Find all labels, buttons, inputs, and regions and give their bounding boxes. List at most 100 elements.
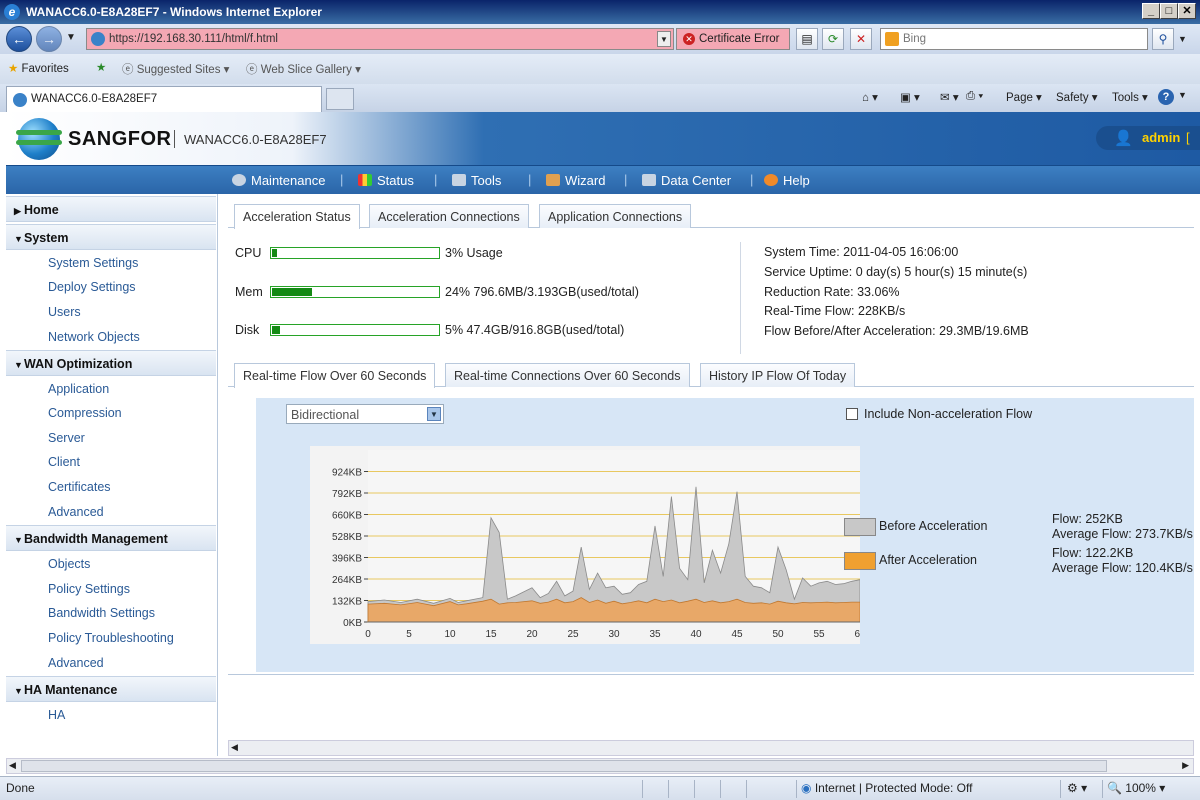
sidebar-item-users[interactable]: Users: [48, 305, 81, 319]
system-time: System Time: 2011-04-05 16:06:00: [764, 245, 959, 259]
sidebar-section-ha-maintenance[interactable]: ▼HA Mantenance: [6, 676, 216, 702]
refresh-icon[interactable]: ⟳: [822, 28, 844, 50]
user-menu-bracket: [: [1186, 130, 1190, 145]
scroll-left-icon[interactable]: ◀: [231, 742, 238, 753]
search-input[interactable]: Bing: [880, 28, 1148, 50]
sidebar-item-bw-advanced[interactable]: Advanced: [48, 656, 104, 670]
include-nonaccel-checkbox[interactable]: [846, 408, 858, 420]
safety-menu[interactable]: Safety ▾: [1056, 90, 1098, 104]
menu-help-label: Help: [783, 173, 810, 188]
legend-swatch-after: [844, 552, 876, 570]
sidebar-item-deploy-settings[interactable]: Deploy Settings: [48, 280, 136, 294]
sidebar-item-certificates[interactable]: Certificates: [48, 480, 111, 494]
sidebar-section-wan-optimization[interactable]: ▼WAN Optimization: [6, 350, 216, 376]
page-menu[interactable]: Page ▾: [1006, 90, 1042, 104]
print-icon[interactable]: ⎙ ▾: [966, 90, 983, 103]
page-menu-label: Page: [1006, 92, 1033, 104]
menu-tools[interactable]: Tools: [452, 173, 501, 188]
sangfor-logo-icon: [16, 118, 62, 160]
cpu-usage-text: 3% Usage: [445, 246, 503, 260]
sidebar-item-compression[interactable]: Compression: [48, 406, 122, 420]
menu-status[interactable]: Status: [358, 173, 414, 188]
help-icon[interactable]: ?: [1158, 89, 1174, 105]
sidebar-item-objects[interactable]: Objects: [48, 557, 90, 571]
add-favorites-icon[interactable]: ★: [96, 60, 106, 74]
sidebar-section-bandwidth-management[interactable]: ▼Bandwidth Management: [6, 525, 216, 551]
sidebar-section-home[interactable]: ▶ Home: [6, 196, 216, 222]
web-slice-gallery-link[interactable]: ⓔ Web Slice Gallery ▾: [246, 61, 361, 77]
sidebar-item-ha[interactable]: HA: [48, 708, 65, 722]
sidebar-item-policy-troubleshooting[interactable]: Policy Troubleshooting: [48, 631, 174, 645]
feeds-icon[interactable]: ▣ ▾: [900, 90, 920, 104]
recent-pages-dropdown-icon[interactable]: ▼: [66, 32, 76, 43]
content-horizontal-scrollbar[interactable]: ◀: [228, 740, 1194, 756]
menu-maintenance[interactable]: Maintenance: [232, 173, 325, 188]
zone-indicator[interactable]: ◉ Internet | Protected Mode: Off: [796, 780, 1058, 798]
sidebar-section-system[interactable]: ▼System: [6, 224, 216, 250]
mail-icon[interactable]: ✉ ▾: [940, 90, 959, 104]
certificate-error-button[interactable]: ✕ Certificate Error: [676, 28, 790, 50]
search-icon[interactable]: ⚲: [1152, 28, 1174, 50]
folder-icon: [642, 174, 656, 186]
y-tick-label: 528KB: [332, 532, 362, 543]
flow-before-after: Flow Before/After Acceleration: 29.3MB/1…: [764, 324, 1029, 338]
sidebar-item-policy-settings[interactable]: Policy Settings: [48, 582, 130, 596]
user-menu[interactable]: 👤 admin [: [1096, 126, 1200, 150]
window-titlebar: e WANACC6.0-E8A28EF7 - Windows Internet …: [0, 0, 1200, 24]
error-icon: ✕: [683, 33, 695, 45]
menu-data-center[interactable]: Data Center: [642, 173, 731, 188]
menu-wizard[interactable]: Wizard: [546, 173, 605, 188]
browser-status-bar: Done ◉ Internet | Protected Mode: Off ⚙ …: [0, 776, 1200, 800]
new-tab-button[interactable]: [326, 88, 354, 110]
sidebar-item-wan-advanced[interactable]: Advanced: [48, 505, 104, 519]
direction-select[interactable]: Bidirectional ▼: [286, 404, 444, 424]
search-options-icon[interactable]: ▼: [1178, 34, 1187, 44]
browser-tab[interactable]: WANACC6.0-E8A28EF7: [6, 86, 322, 112]
menu-status-label: Status: [377, 173, 414, 188]
tab-realtime-flow[interactable]: Real-time Flow Over 60 Seconds: [234, 363, 436, 388]
compatibility-view-icon[interactable]: ▤: [796, 28, 818, 50]
x-tick-label: 30: [608, 629, 620, 640]
menu-wizard-label: Wizard: [565, 173, 606, 188]
address-dropdown-icon[interactable]: ▼: [657, 31, 671, 47]
tab-history-ip-flow[interactable]: History IP Flow Of Today: [700, 363, 856, 387]
x-tick-label: 15: [485, 629, 497, 640]
status-cell: [720, 780, 744, 798]
menu-help[interactable]: Help: [764, 173, 810, 188]
scroll-left-icon[interactable]: ◀: [9, 760, 16, 771]
x-tick-label: 55: [813, 629, 825, 640]
certificate-error-label: Certificate Error: [699, 33, 780, 45]
sidebar-item-system-settings[interactable]: System Settings: [48, 256, 138, 270]
sidebar-item-server[interactable]: Server: [48, 431, 85, 445]
window-horizontal-scrollbar[interactable]: ◀ ▶: [6, 758, 1194, 774]
home-icon[interactable]: ⌂ ▾: [862, 90, 878, 104]
reduction-rate: Reduction Rate: 33.06%: [764, 285, 900, 299]
scroll-right-icon[interactable]: ▶: [1182, 760, 1189, 771]
sidebar-item-client[interactable]: Client: [48, 455, 80, 469]
bar-chart-icon: [358, 174, 372, 186]
tab-realtime-connections[interactable]: Real-time Connections Over 60 Seconds: [445, 363, 690, 387]
mem-usage-bar: [270, 286, 440, 298]
stop-icon[interactable]: ✕: [850, 28, 872, 50]
resource-status-panel: CPU 3% Usage Mem 24% 796.6MB/3.193GB(use…: [228, 224, 1194, 354]
zoom-control[interactable]: 🔍 100% ▾: [1102, 780, 1182, 798]
favorites-button[interactable]: ★ Favorites: [8, 61, 69, 75]
help-dropdown-icon[interactable]: ▼: [1178, 90, 1187, 100]
back-button[interactable]: ←: [6, 26, 32, 52]
forward-button[interactable]: →: [36, 26, 62, 52]
suggested-sites-label: Suggested Sites: [136, 64, 221, 76]
minimize-button[interactable]: _: [1142, 3, 1160, 19]
sidebar-item-application[interactable]: Application: [48, 382, 109, 396]
scroll-thumb[interactable]: [21, 760, 1107, 772]
close-window-button[interactable]: ✕: [1178, 3, 1196, 19]
maximize-button[interactable]: □: [1160, 3, 1178, 19]
sidebar-item-network-objects[interactable]: Network Objects: [48, 330, 140, 344]
chevron-down-icon: ▼: [427, 407, 441, 421]
security-icon[interactable]: ⚙ ▾: [1060, 780, 1100, 798]
tools-menu[interactable]: Tools ▾: [1112, 90, 1148, 104]
suggested-sites-link[interactable]: ⓔ Suggested Sites ▾: [122, 61, 229, 77]
help-circle-icon: [764, 174, 778, 186]
sidebar-item-bandwidth-settings[interactable]: Bandwidth Settings: [48, 606, 155, 620]
address-bar[interactable]: https://192.168.30.111/html/f.html ▼: [86, 28, 674, 50]
menu-separator: |: [750, 172, 754, 187]
